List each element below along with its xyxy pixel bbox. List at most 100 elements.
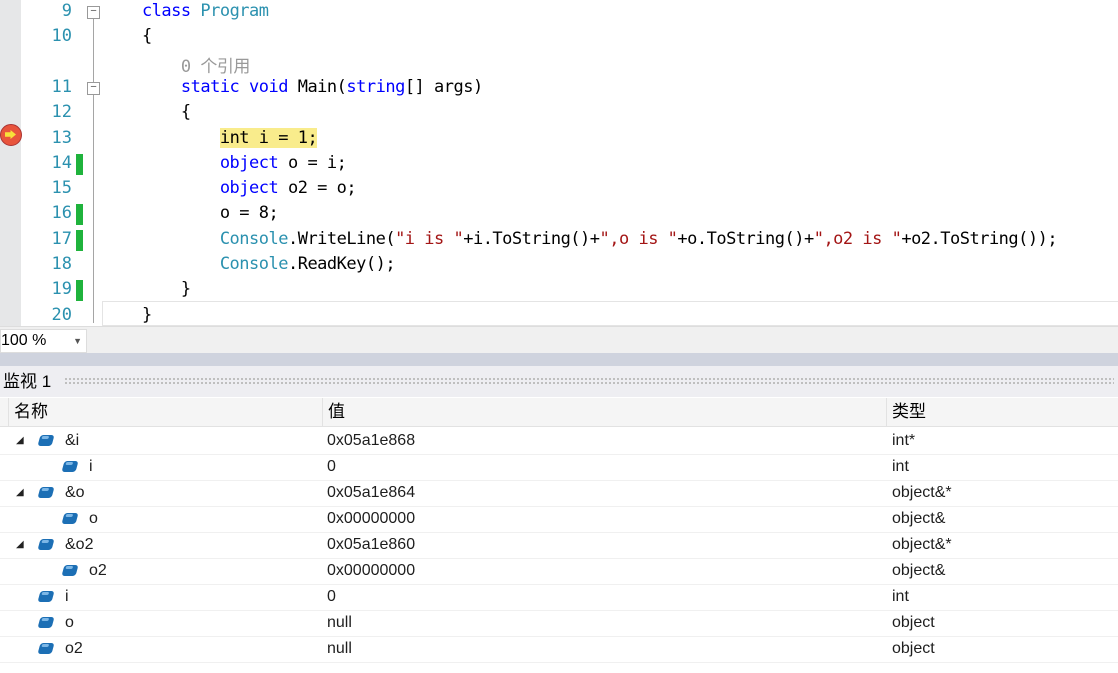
code-line[interactable]: 11 − static void Main(string[] args): [0, 76, 1118, 101]
line-number: 19: [51, 279, 72, 300]
variable-icon: [37, 487, 55, 498]
watch-name[interactable]: o: [65, 610, 74, 636]
watch-type: object: [892, 640, 935, 657]
code-line[interactable]: 17 Console.WriteLine("i is "+i.ToString(…: [0, 228, 1118, 253]
variable-icon: [61, 565, 79, 576]
watch-row[interactable]: o2 null object: [0, 636, 1118, 663]
expand-triangle-icon[interactable]: ◢: [16, 532, 24, 558]
code-token: 0 个引用: [103, 56, 250, 77]
code-text: Console.ReadKey();: [103, 254, 396, 274]
column-header-type[interactable]: 类型: [886, 398, 1118, 426]
code-token: object: [103, 152, 288, 173]
code-line[interactable]: 14 object o = i;: [0, 152, 1118, 177]
code-token: +o2.ToString());: [901, 228, 1058, 249]
line-number: 12: [51, 102, 72, 123]
watch-name[interactable]: &i: [65, 428, 79, 454]
watch-value[interactable]: 0x00000000: [327, 558, 415, 584]
expand-triangle-icon[interactable]: ◢: [16, 428, 24, 454]
variable-icon: [37, 435, 55, 446]
watch-value[interactable]: 0x05a1e868: [327, 428, 415, 454]
code-token: +i.ToString()+: [463, 228, 600, 249]
watch-name[interactable]: &o2: [65, 532, 93, 558]
variable-icon: [37, 643, 55, 654]
watch-name[interactable]: o2: [89, 558, 107, 584]
line-number: 11: [51, 76, 72, 97]
code-line[interactable]: 19 }: [0, 278, 1118, 303]
watch-name[interactable]: &o: [65, 480, 85, 506]
code-line[interactable]: 0 个引用: [0, 51, 1118, 77]
change-marker: [76, 153, 83, 175]
watch-type: int: [892, 458, 909, 475]
code-token: class: [103, 1, 201, 21]
splitter[interactable]: [0, 353, 1118, 366]
code-token: }: [103, 304, 152, 325]
code-token: Main(: [297, 76, 347, 97]
code-token: ",o2 is ": [813, 228, 902, 249]
code-text: }: [103, 305, 152, 325]
watch-row[interactable]: o null object: [0, 610, 1118, 637]
collapse-icon[interactable]: −: [87, 6, 100, 19]
watch-row[interactable]: i 0 int: [0, 584, 1118, 611]
code-token: "i is ": [395, 228, 464, 249]
expand-triangle-icon[interactable]: ◢: [16, 480, 24, 506]
code-token: Console: [103, 254, 289, 274]
watch-name[interactable]: i: [89, 454, 93, 480]
code-line[interactable]: 9 − class Program: [0, 0, 1118, 25]
code-line[interactable]: 13 int i = 1;: [0, 127, 1118, 152]
watch-value[interactable]: null: [327, 636, 352, 662]
variable-icon: [37, 591, 55, 602]
change-marker: [76, 280, 83, 302]
watch-value[interactable]: 0x00000000: [327, 506, 415, 532]
code-line[interactable]: 15 object o2 = o;: [0, 177, 1118, 202]
code-token: object: [103, 178, 288, 199]
code-text: object o = i;: [103, 152, 347, 173]
column-header-name[interactable]: 名称: [8, 398, 322, 426]
code-line[interactable]: 12 {: [0, 101, 1118, 126]
code-token: ",o is ": [599, 228, 678, 249]
code-line[interactable]: 20 }: [0, 304, 1118, 329]
watch-type: object&: [892, 562, 946, 579]
watch-value[interactable]: null: [327, 610, 352, 636]
code-token: int i = 1;: [219, 127, 318, 148]
zoom-value: 100 %: [1, 332, 47, 349]
watch-row[interactable]: ◢ &o 0x05a1e864 object&*: [0, 480, 1118, 507]
zoom-dropdown[interactable]: 100 % ▼: [0, 329, 87, 353]
code-token: o = 8;: [103, 203, 279, 224]
code-token: Console: [103, 228, 289, 249]
watch-type: object&*: [892, 484, 952, 501]
watch-title-bar[interactable]: 监视 1: [0, 366, 1118, 397]
code-text: object o2 = o;: [103, 178, 357, 199]
watch-value[interactable]: 0: [327, 584, 336, 610]
code-line[interactable]: 18 Console.ReadKey();: [0, 253, 1118, 278]
watch-window: 监视 1 名称 值 类型 ◢ &i 0x05a1e868 int* i 0 int ◢ &o 0x…: [0, 366, 1118, 673]
code-line[interactable]: 10 {: [0, 25, 1118, 50]
watch-value[interactable]: 0x05a1e860: [327, 532, 415, 558]
code-text: static void Main(string[] args): [103, 77, 483, 97]
code-editor[interactable]: 9 − class Program 10 { 0 个引用 11 − static voi…: [0, 0, 1118, 326]
drag-grip[interactable]: [64, 377, 1114, 385]
code-token: o = i;: [287, 152, 347, 173]
code-token: .WriteLine(: [287, 228, 396, 249]
watch-row[interactable]: o2 0x00000000 object&: [0, 558, 1118, 585]
watch-value[interactable]: 0: [327, 454, 336, 480]
code-text: 0 个引用: [103, 52, 250, 77]
line-number: 14: [51, 152, 72, 173]
code-token: Program: [200, 1, 269, 21]
watch-row[interactable]: i 0 int: [0, 454, 1118, 481]
watch-name[interactable]: o2: [65, 636, 83, 662]
variable-icon: [37, 539, 55, 550]
watch-name[interactable]: i: [65, 584, 69, 610]
code-line[interactable]: 16 o = 8;: [0, 202, 1118, 227]
watch-row[interactable]: ◢ &i 0x05a1e868 int*: [0, 428, 1118, 455]
watch-row[interactable]: o 0x00000000 object&: [0, 506, 1118, 533]
code-token: [] args): [404, 76, 483, 97]
collapse-icon[interactable]: −: [87, 81, 100, 95]
column-header-value[interactable]: 值: [322, 398, 886, 426]
code-token: {: [103, 102, 191, 123]
watch-name[interactable]: o: [89, 506, 98, 532]
code-text: {: [103, 26, 152, 46]
code-token: }: [103, 279, 191, 300]
watch-row[interactable]: ◢ &o2 0x05a1e860 object&*: [0, 532, 1118, 559]
watch-value[interactable]: 0x05a1e864: [327, 480, 415, 506]
line-number: 17: [51, 228, 72, 249]
